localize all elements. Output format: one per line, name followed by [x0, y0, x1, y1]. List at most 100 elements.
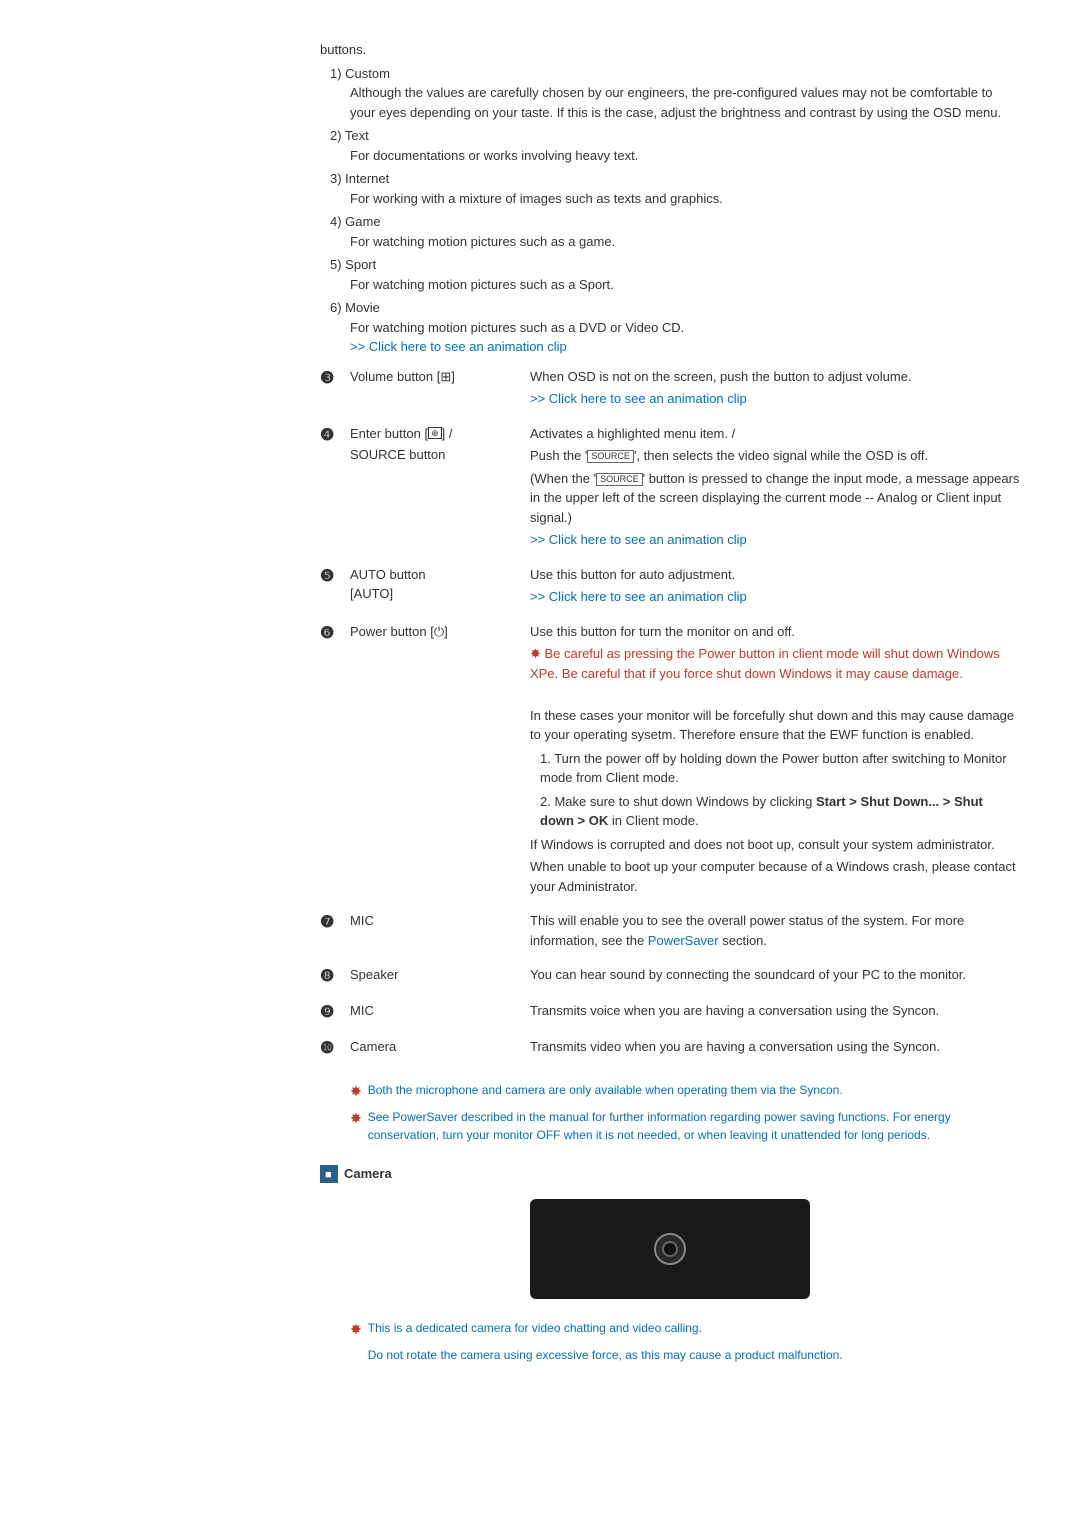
item-6-label: 6) Movie — [330, 300, 380, 315]
note-star-2: ✸ — [350, 1108, 362, 1129]
camera-title-text: Camera — [344, 1164, 392, 1184]
label-power-indicator: MIC — [350, 911, 530, 931]
camera-title: ■ Camera — [320, 1164, 1020, 1184]
circle-10: ❿ — [320, 1040, 334, 1057]
powersaver-link2[interactable]: PowerSaver — [392, 1110, 457, 1124]
power-desc4: When unable to boot up your computer bec… — [530, 857, 1020, 896]
item-4-desc: For watching motion pictures such as a g… — [350, 232, 1020, 252]
item-1-label: 1) Custom — [330, 66, 390, 81]
label-power-indicator-text: MIC — [350, 913, 374, 928]
camera-note-2: ✸ Do not rotate the camera using excessi… — [350, 1346, 1020, 1367]
content-auto: Use this button for auto adjustment. >> … — [530, 565, 1020, 610]
row-number-10: ❿ — [320, 1037, 350, 1061]
camera-image — [530, 1199, 810, 1299]
enter-desc1: Activates a highlighted menu item. / — [530, 424, 1020, 444]
powersaver-link[interactable]: PowerSaver — [648, 933, 719, 948]
camera-note-text-2: Do not rotate the camera using excessive… — [368, 1346, 843, 1364]
source-icon: SOURCE — [587, 450, 634, 463]
item-4-label: 4) Game — [330, 214, 381, 229]
camera-section: ■ Camera ✸ This is a dedicated camera fo… — [320, 1164, 1020, 1367]
note-item-1: ✸ Both the microphone and camera are onl… — [350, 1081, 1020, 1102]
label-speaker: Speaker — [350, 965, 530, 985]
note-text-2: See PowerSaver described in the manual f… — [368, 1108, 1020, 1144]
animation-link-enter[interactable]: >> Click here to see an animation clip — [530, 532, 747, 547]
row-number-4: ❹ — [320, 424, 350, 448]
power-sublist: 1. Turn the power off by holding down th… — [540, 749, 1020, 831]
circle-3: ❸ — [320, 370, 334, 387]
label-camera-text: Camera — [350, 1039, 396, 1054]
volume-link[interactable]: >> Click here to see an animation clip — [530, 389, 1020, 409]
circle-7: ❼ — [320, 914, 334, 931]
item-2-label: 2) Text — [330, 128, 369, 143]
item-1-desc: Although the values are carefully chosen… — [350, 83, 1020, 122]
enter-desc2: Push the 'SOURCE', then selects the vide… — [530, 446, 1020, 466]
animation-link-auto[interactable]: >> Click here to see an animation clip — [530, 589, 747, 604]
circle-4: ❹ — [320, 427, 334, 444]
power-desc1: Use this button for turn the monitor on … — [530, 622, 1020, 642]
mic-desc: Transmits voice when you are having a co… — [530, 1001, 1020, 1021]
row-power-indicator: ❼ MIC This will enable you to see the ov… — [320, 911, 1020, 953]
auto-link[interactable]: >> Click here to see an animation clip — [530, 587, 1020, 607]
content-mic: Transmits voice when you are having a co… — [530, 1001, 1020, 1024]
label-enter-text: Enter button [⊕] / — [350, 426, 452, 441]
power-indicator-desc: This will enable you to see the overall … — [530, 911, 1020, 950]
list-item: 5) Sport For watching motion pictures su… — [330, 255, 1020, 294]
label-auto-text: AUTO button[AUTO] — [350, 567, 426, 602]
label-speaker-text: Speaker — [350, 967, 398, 982]
camera-lens — [654, 1233, 686, 1265]
label-volume-text: Volume button [⊞] — [350, 369, 455, 384]
item-5-label: 5) Sport — [330, 257, 376, 272]
content-camera-row: Transmits video when you are having a co… — [530, 1037, 1020, 1060]
list-item: 6) Movie For watching motion pictures su… — [330, 298, 1020, 357]
list-item: 4) Game For watching motion pictures suc… — [330, 212, 1020, 251]
camera-title-icon: ■ — [320, 1165, 338, 1183]
list-item: 2) Text For documentations or works invo… — [330, 126, 1020, 165]
circle-8: ❽ — [320, 968, 334, 985]
source-icon2: SOURCE — [596, 473, 643, 486]
camera-lens-inner — [662, 1241, 678, 1257]
content-enter-source: Activates a highlighted menu item. / Pus… — [530, 424, 1020, 553]
row-number-3: ❸ — [320, 367, 350, 391]
circle-6: ❻ — [320, 625, 334, 642]
label-camera: Camera — [350, 1037, 530, 1057]
notes-section: ✸ Both the microphone and camera are onl… — [350, 1081, 1020, 1144]
content-power-indicator: This will enable you to see the overall … — [530, 911, 1020, 953]
content-speaker: You can hear sound by connecting the sou… — [530, 965, 1020, 988]
circle-5: ❺ — [320, 568, 334, 585]
numbered-list: 1) Custom Although the values are carefu… — [330, 64, 1020, 357]
row-speaker: ❽ Speaker You can hear sound by connecti… — [320, 965, 1020, 989]
speaker-desc: You can hear sound by connecting the sou… — [530, 965, 1020, 985]
animation-link-volume[interactable]: >> Click here to see an animation clip — [530, 391, 747, 406]
buttons-text: buttons. — [320, 40, 1020, 60]
power-step2: 2. Make sure to shut down Windows by cli… — [540, 792, 1020, 831]
list-item: 1) Custom Although the values are carefu… — [330, 64, 1020, 123]
label-volume: Volume button [⊞] — [350, 367, 530, 387]
note-item-2: ✸ See PowerSaver described in the manual… — [350, 1108, 1020, 1144]
label-auto: AUTO button[AUTO] — [350, 565, 530, 604]
row-power-button: ❻ Power button [⏻] Use this button for t… — [320, 622, 1020, 900]
power-desc2: In these cases your monitor will be forc… — [530, 706, 1020, 745]
enter-desc3: (When the 'SOURCE' button is pressed to … — [530, 469, 1020, 528]
item-3-label: 3) Internet — [330, 171, 389, 186]
power-desc3: If Windows is corrupted and does not boo… — [530, 835, 1020, 855]
row-camera: ❿ Camera Transmits video when you are ha… — [320, 1037, 1020, 1061]
label-mic: MIC — [350, 1001, 530, 1021]
content-power-button: Use this button for turn the monitor on … — [530, 622, 1020, 900]
note-text-1: Both the microphone and camera are only … — [368, 1081, 843, 1099]
camera-image-container — [320, 1199, 1020, 1299]
item-2-desc: For documentations or works involving he… — [350, 146, 1020, 166]
animation-link-intro[interactable]: >> Click here to see an animation clip — [350, 339, 567, 354]
camera-note-text-1: This is a dedicated camera for video cha… — [368, 1319, 702, 1337]
row-number-9: ❾ — [320, 1001, 350, 1025]
enter-link[interactable]: >> Click here to see an animation clip — [530, 530, 1020, 550]
label-power-button: Power button [⏻] — [350, 622, 530, 642]
item-6-link[interactable]: >> Click here to see an animation clip — [350, 337, 1020, 357]
row-number-8: ❽ — [320, 965, 350, 989]
main-content: buttons. 1) Custom Although the values a… — [60, 40, 1020, 1367]
camera-note-1: ✸ This is a dedicated camera for video c… — [350, 1319, 1020, 1340]
volume-desc: When OSD is not on the screen, push the … — [530, 367, 1020, 387]
label-enter-source: Enter button [⊕] / SOURCE button — [350, 424, 530, 465]
table-section: ❸ Volume button [⊞] When OSD is not on t… — [320, 367, 1020, 1062]
item-3-desc: For working with a mixture of images suc… — [350, 189, 1020, 209]
label-mic-text: MIC — [350, 1003, 374, 1018]
